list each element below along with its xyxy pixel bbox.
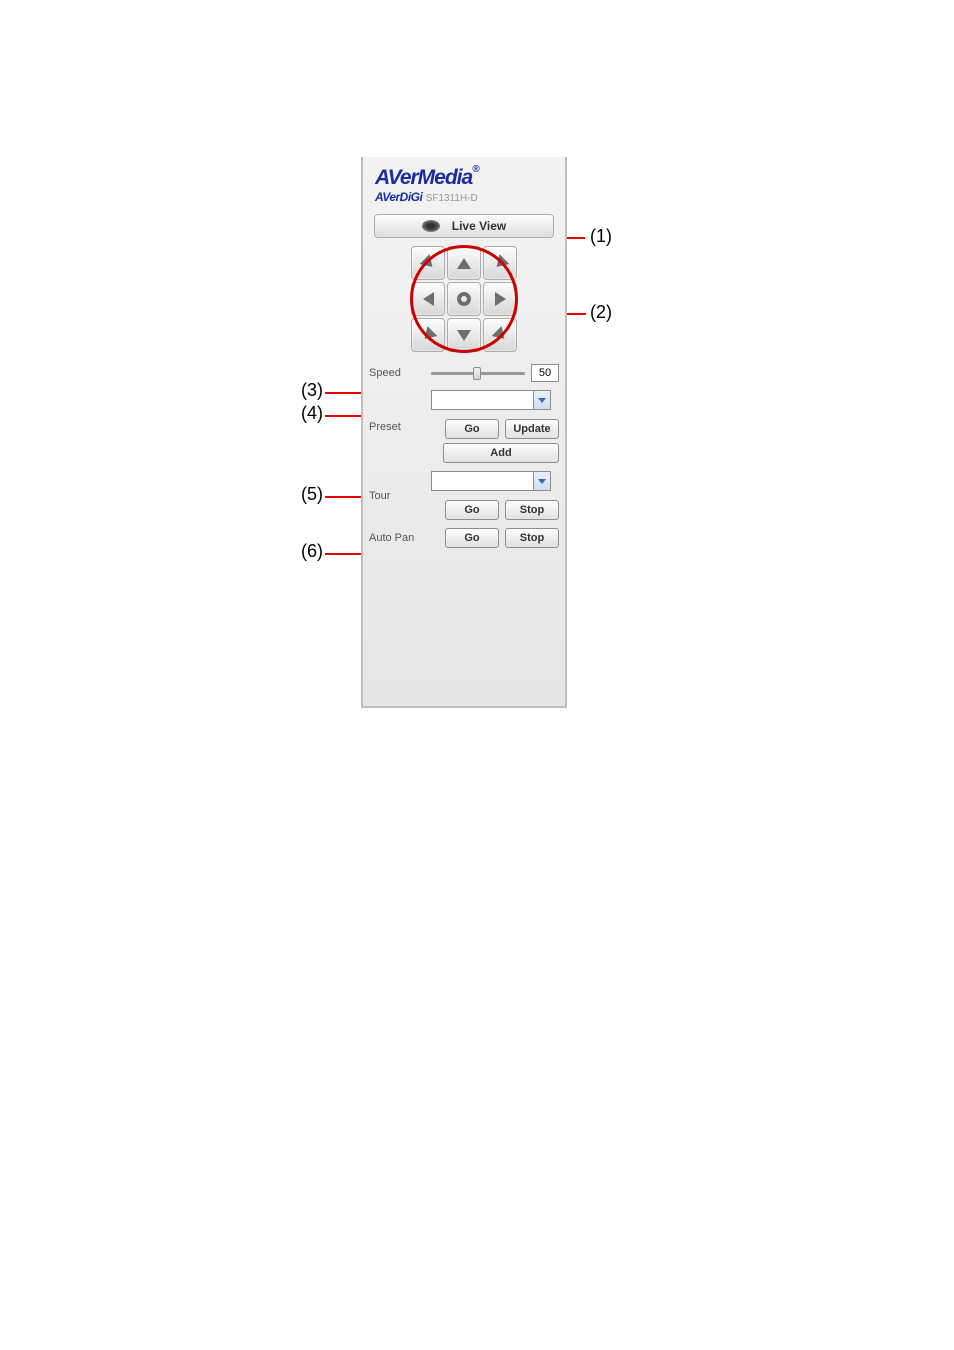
speed-slider[interactable] [431,372,525,375]
preset-update-button[interactable]: Update [505,419,559,439]
arrow-down-icon [457,330,471,341]
tour-stop-button[interactable]: Stop [505,500,559,520]
ptz-down-button[interactable] [447,318,481,352]
callout-4: (4) [301,403,323,424]
branding: AVerMedia® AVerDiGi SF1311H-D [363,157,565,210]
callout-line-4 [325,415,365,417]
control-panel: AVerMedia® AVerDiGi SF1311H-D Live View … [361,157,567,708]
preset-label: Preset [363,386,431,467]
speed-slider-thumb[interactable] [473,367,481,380]
speed-label: Speed [363,360,431,386]
ptz-home-button[interactable] [447,282,481,316]
preset-add-button[interactable]: Add [443,443,559,463]
autopan-label: Auto Pan [363,524,431,552]
ptz-direction-pad [363,246,565,352]
brand-name: AVerMedia [375,166,472,189]
callout-line-6 [325,553,365,555]
ptz-down-left-button[interactable] [411,318,445,352]
ptz-right-button[interactable] [483,282,517,316]
tour-dropdown[interactable] [431,471,551,491]
dropdown-toggle-icon[interactable] [533,472,550,490]
ptz-left-button[interactable] [411,282,445,316]
arrow-right-icon [495,292,506,306]
brand-model: SF1311H-D [426,193,478,204]
ptz-up-right-button[interactable] [483,246,517,280]
callout-6: (6) [301,541,323,562]
chevron-down-icon [538,479,546,484]
arrow-down-right-icon [491,326,509,344]
arrow-left-icon [423,292,434,306]
settings-form: Speed 50 Preset Go Update [363,360,565,552]
callout-5: (5) [301,484,323,505]
chevron-down-icon [538,398,546,403]
home-icon [457,292,471,306]
tour-go-button[interactable]: Go [445,500,499,520]
ptz-up-button[interactable] [447,246,481,280]
brand-subtitle: AVerDiGi SF1311H-D [375,190,553,204]
ptz-down-right-button[interactable] [483,318,517,352]
callout-line-3 [325,392,365,394]
callout-3: (3) [301,380,323,401]
eye-icon [422,220,440,232]
brand-title: AVerMedia® [375,167,553,188]
arrow-up-right-icon [491,254,509,272]
preset-go-button[interactable]: Go [445,419,499,439]
dropdown-toggle-icon[interactable] [533,391,550,409]
callout-2: (2) [590,302,612,323]
ptz-up-left-button[interactable] [411,246,445,280]
callout-line-5 [325,496,365,498]
arrow-up-left-icon [419,254,437,272]
arrow-up-icon [457,258,471,269]
arrow-down-left-icon [419,326,437,344]
tour-label: Tour [363,467,431,524]
live-view-button[interactable]: Live View [374,214,554,238]
brand-subname: AVerDiGi [375,190,422,204]
callout-1: (1) [590,226,612,247]
autopan-go-button[interactable]: Go [445,528,499,548]
speed-value[interactable]: 50 [531,364,559,382]
live-view-label: Live View [452,219,506,233]
autopan-stop-button[interactable]: Stop [505,528,559,548]
preset-dropdown[interactable] [431,390,551,410]
